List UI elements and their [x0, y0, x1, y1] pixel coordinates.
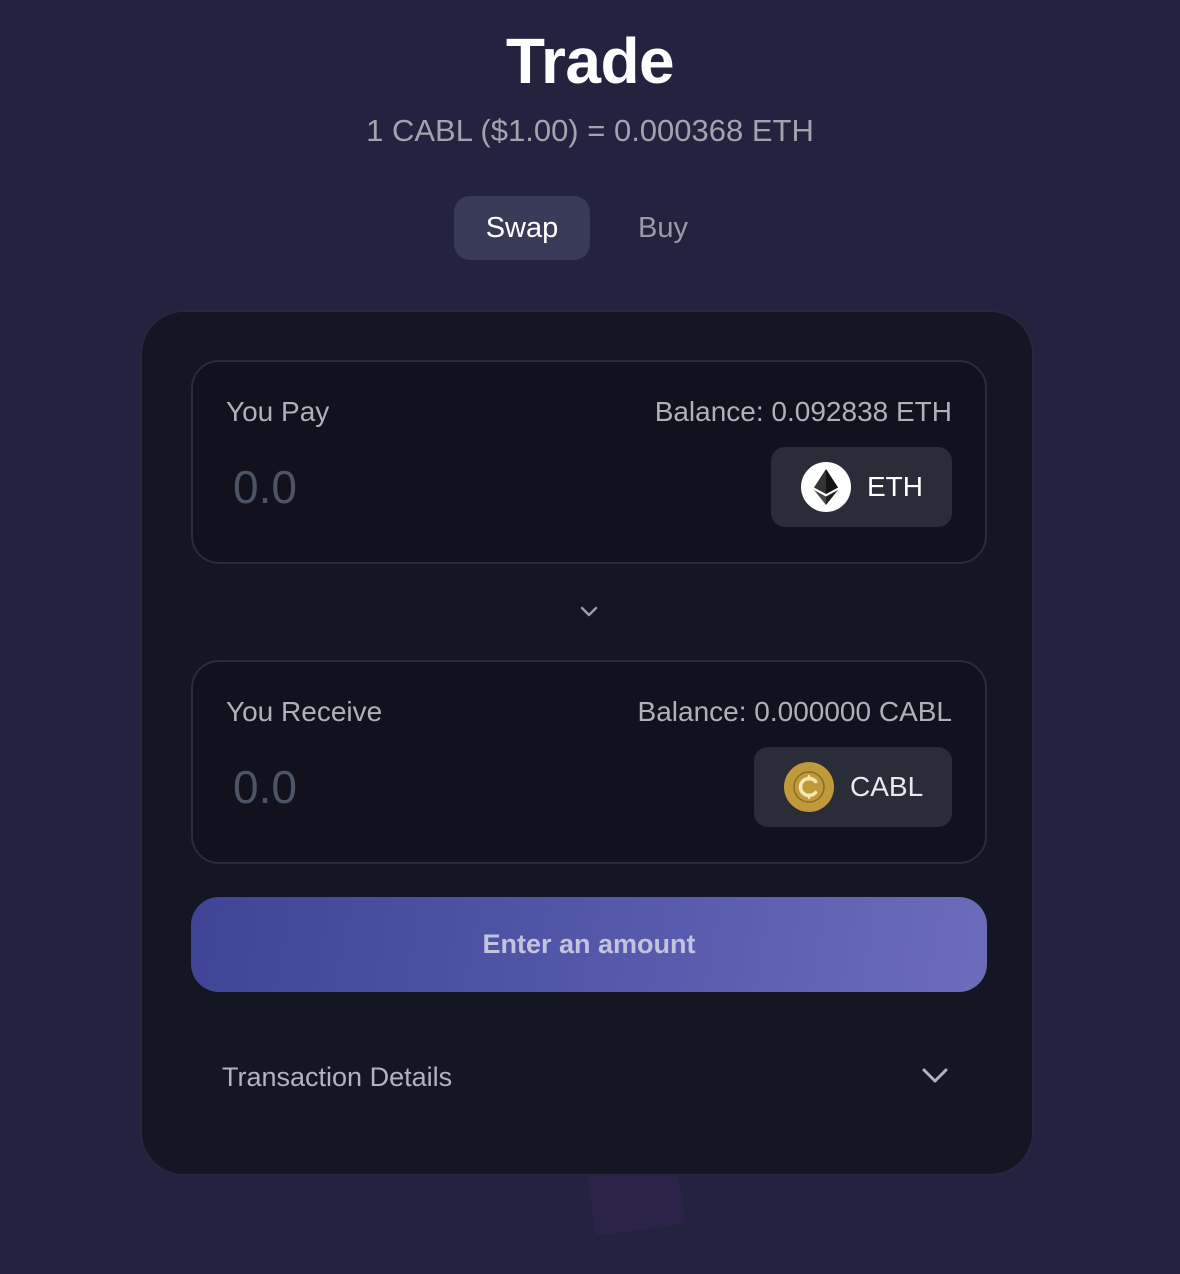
- pay-token-selector[interactable]: ETH: [771, 447, 952, 527]
- chevron-down-icon: [921, 1066, 949, 1089]
- page-title: Trade: [505, 25, 675, 97]
- receive-token-symbol: CABL: [850, 771, 924, 802]
- pay-panel: You Pay Balance: 0.092838 ETH ETH: [191, 360, 987, 564]
- tab-buy[interactable]: Buy: [590, 196, 736, 260]
- chevron-down-icon: [580, 604, 598, 622]
- exchange-rate: 1 CABL ($1.00) = 0.000368 ETH: [366, 113, 814, 148]
- pay-label: You Pay: [226, 396, 330, 427]
- tab-swap[interactable]: Swap: [454, 196, 590, 260]
- pay-token-symbol: ETH: [867, 471, 923, 502]
- swap-direction-button[interactable]: [572, 600, 606, 626]
- receive-balance: Balance: 0.000000 CABL: [637, 696, 952, 727]
- transaction-details-toggle[interactable]: Transaction Details: [191, 1032, 987, 1122]
- cabl-coin-icon: [784, 762, 834, 812]
- transaction-details-label: Transaction Details: [222, 1061, 453, 1092]
- enter-amount-button[interactable]: Enter an amount: [191, 897, 987, 992]
- receive-token-selector[interactable]: CABL: [754, 747, 952, 827]
- ethereum-icon: [801, 462, 851, 512]
- pay-amount-input[interactable]: [233, 460, 653, 514]
- receive-label: You Receive: [226, 696, 383, 727]
- receive-panel: You Receive Balance: 0.000000 CABL CABL: [191, 660, 987, 864]
- swap-card: You Pay Balance: 0.092838 ETH ETH You Re…: [140, 310, 1034, 1176]
- trade-tabs: Swap Buy: [454, 196, 736, 260]
- receive-amount-input[interactable]: [233, 760, 653, 814]
- pay-balance: Balance: 0.092838 ETH: [654, 396, 952, 427]
